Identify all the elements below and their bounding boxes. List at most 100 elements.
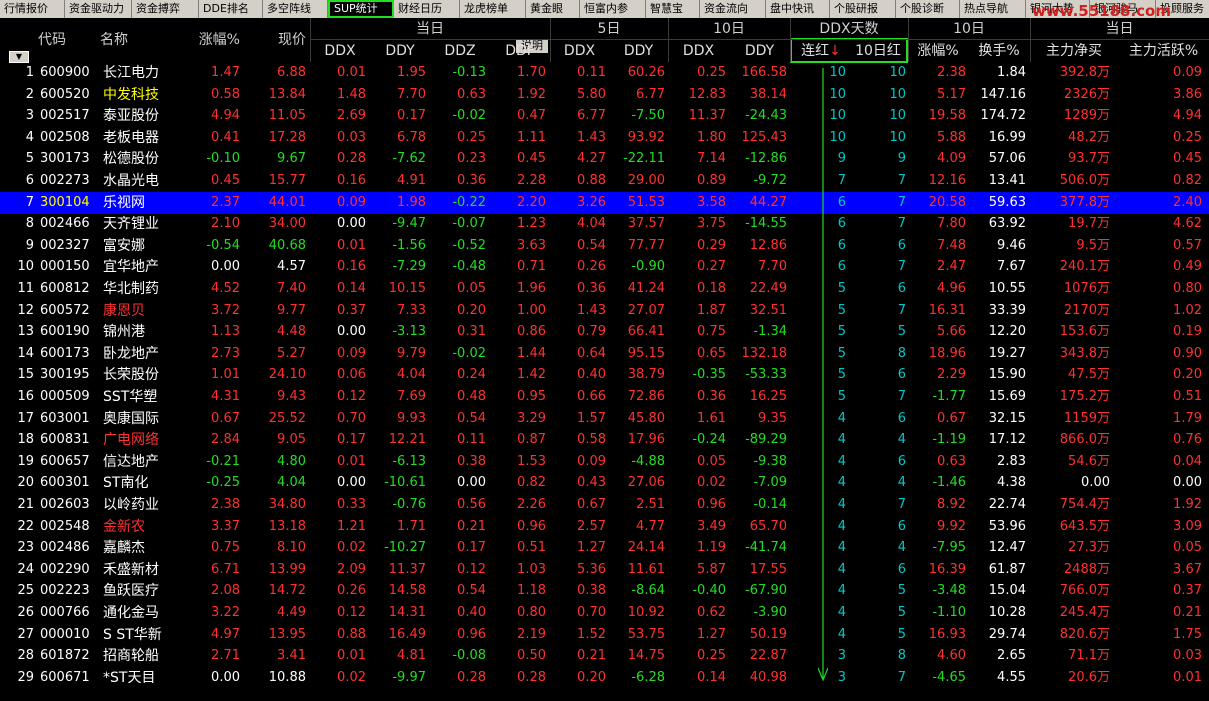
- header-price[interactable]: 现价: [250, 29, 306, 51]
- cell-ddx10: 7.14: [697, 151, 726, 167]
- cell-h10: 10: [889, 86, 906, 102]
- table-row[interactable]: 20 600301 ST南化 -0.25 4.04 0.00 -10.61 0.00 0.82 0…: [0, 472, 1209, 494]
- tab-9[interactable]: 恒富内参: [580, 0, 646, 18]
- table-row[interactable]: 11 600812 华北制药 4.52 7.40 0.14 10.15 0.05 1.96 0.3…: [0, 278, 1209, 300]
- table-row[interactable]: 3 002517 泰亚股份 4.94 11.05 2.69 0.17 -0.02 0.47 6.7…: [0, 105, 1209, 127]
- header-group-today-b: 当日: [1105, 21, 1134, 37]
- table-row[interactable]: 15 300195 长荣股份 1.01 24.10 0.06 4.04 0.24 1.42 0.4…: [0, 364, 1209, 386]
- header-ddy-10d[interactable]: DDY: [729, 40, 790, 62]
- cell-net: 71.1万: [1068, 648, 1110, 664]
- tab-3[interactable]: DDE排名: [199, 0, 263, 18]
- cell-ddf: 2.20: [517, 194, 546, 210]
- header-ddz[interactable]: DDZ: [430, 40, 490, 62]
- table-row[interactable]: 13 600190 锦州港 1.13 4.48 0.00 -3.13 0.31 0.86 0.79…: [0, 321, 1209, 343]
- cell-ddx: 0.09: [337, 194, 366, 210]
- cell-ddy5: 27.07: [627, 302, 665, 318]
- tab-13[interactable]: 个股研报: [830, 0, 896, 18]
- header-change-pct[interactable]: 涨幅%: [180, 29, 240, 51]
- cell-ddx5: 0.40: [577, 367, 606, 383]
- header-ddx-10d[interactable]: DDX: [668, 40, 729, 62]
- cell-turn: 19.27: [988, 345, 1026, 361]
- table-row[interactable]: 28 601872 招商轮船 2.71 3.41 0.01 4.81 -0.08 0.50 0.2…: [0, 645, 1209, 667]
- header-main-net-buy[interactable]: 主力净买: [1030, 40, 1118, 62]
- table-row[interactable]: 24 002290 禾盛新材 6.71 13.99 2.09 11.37 0.12 1.03 5.…: [0, 559, 1209, 581]
- table-row[interactable]: 4 002508 老板电器 0.41 17.28 0.03 6.78 0.25 1.11 1.43…: [0, 127, 1209, 149]
- cell-name: 奥康国际: [103, 410, 159, 427]
- table-row[interactable]: 25 002223 鱼跃医疗 2.08 14.72 0.26 14.58 0.54 1.18 0.…: [0, 580, 1209, 602]
- header-code[interactable]: 代码: [38, 29, 78, 51]
- header-main-active-pct[interactable]: 主力活跃%: [1118, 40, 1209, 62]
- cell-h10: 6: [897, 281, 906, 296]
- table-row[interactable]: 14 600173 卧龙地产 2.73 5.27 0.09 9.79 -0.02 1.44 0.6…: [0, 343, 1209, 365]
- tab-8[interactable]: 黄金眼: [526, 0, 580, 18]
- table-row[interactable]: 16 000509 SST华塑 4.31 9.43 0.12 7.69 0.48 0.95 0.6…: [0, 386, 1209, 408]
- tab-11[interactable]: 资金流向: [700, 0, 766, 18]
- cell-ddy: 7.70: [397, 86, 426, 102]
- tab-12[interactable]: 盘中快讯: [766, 0, 830, 18]
- table-row[interactable]: 7 300104 乐视网 2.37 44.01 0.09 1.98 -0.22 2.20 3.26…: [0, 191, 1209, 214]
- cell-h10: 7: [897, 669, 906, 685]
- cell-net: 19.7万: [1068, 216, 1110, 232]
- tab-15[interactable]: 热点导航: [960, 0, 1026, 18]
- table-row[interactable]: 10 000150 宜华地产 0.00 4.57 0.16 -7.29 -0.48 0.71 0.…: [0, 256, 1209, 278]
- cell-ddy5: 2.51: [636, 497, 665, 512]
- tab-14[interactable]: 个股诊断: [896, 0, 960, 18]
- table-row[interactable]: 22 002548 金新农 3.37 13.18 1.21 1.71 0.21 0.96 2.57…: [0, 516, 1209, 538]
- table-row[interactable]: 6 002273 水晶光电 0.45 15.77 0.16 4.91 0.36 2.28 0.88…: [0, 170, 1209, 192]
- tab-10[interactable]: 智慧宝: [646, 0, 700, 18]
- table-row[interactable]: 1 600900 长江电力 1.47 6.88 0.01 1.95 -0.13 1.70 0.11…: [0, 62, 1209, 84]
- table-row[interactable]: 27 000010 S ST华新 4.97 13.95 0.88 16.49 0.96 2.19…: [0, 624, 1209, 646]
- cell-net: 392.8万: [1059, 65, 1110, 80]
- cell-ddx10: 0.62: [697, 605, 726, 620]
- header-change-pct-10d[interactable]: 涨幅%: [908, 40, 968, 62]
- table-row[interactable]: 17 603001 奥康国际 0.67 25.52 0.70 9.93 0.54 3.29 1.5…: [0, 408, 1209, 430]
- cell-act: 0.21: [1173, 605, 1202, 620]
- cell-no: 19: [17, 453, 34, 469]
- table-row[interactable]: 9 002327 富安娜 -0.54 40.68 0.01 -1.56 -0.52 3.63 0.…: [0, 235, 1209, 257]
- cell-code: 002486: [40, 540, 90, 556]
- table-row[interactable]: 5 300173 松德股份 -0.10 9.67 0.28 -7.62 0.23 0.45 4.2…: [0, 148, 1209, 170]
- header-name[interactable]: 名称: [100, 29, 160, 51]
- tab-0[interactable]: 行情报价: [0, 0, 65, 18]
- table-row[interactable]: 18 600831 广电网络 2.84 9.05 0.17 12.21 0.11 0.87 0.5…: [0, 429, 1209, 451]
- table-row[interactable]: 2 600520 中发科技 0.58 13.84 1.48 7.70 0.63 1.92 5.80…: [0, 84, 1209, 106]
- cell-name: 锦州港: [103, 324, 145, 341]
- cell-ddx: 1.48: [337, 86, 366, 102]
- header-10d-red[interactable]: 10日红: [850, 40, 906, 62]
- cell-h10: 7: [897, 259, 906, 275]
- cell-net: 54.6万: [1068, 453, 1110, 469]
- tab-4[interactable]: 多空阵线: [263, 0, 328, 18]
- table-row[interactable]: 12 600572 康恩贝 3.72 9.77 0.37 7.33 0.20 1.00 1.43 2…: [0, 300, 1209, 322]
- table-row[interactable]: 21 002603 以岭药业 2.38 34.80 0.33 -0.76 0.56 2.26 0.…: [0, 494, 1209, 516]
- cell-ddf: 0.87: [517, 432, 546, 448]
- cell-h10: 9: [897, 151, 906, 167]
- cell-chg: 2.37: [211, 194, 240, 210]
- tab-1[interactable]: 资金驱动力: [65, 0, 132, 18]
- table-row[interactable]: 19 600657 信达地产 -0.21 4.80 0.01 -6.13 0.38 1.53 0.…: [0, 451, 1209, 473]
- cell-h10: 7: [897, 173, 906, 188]
- table-row[interactable]: 23 002486 嘉麟杰 0.75 8.10 0.02 -10.27 0.17 0.51 1.2…: [0, 537, 1209, 559]
- table-row[interactable]: 8 002466 天齐锂业 2.10 34.00 0.00 -9.47 -0.07 1.23 4.…: [0, 213, 1209, 235]
- cell-no: 29: [17, 669, 34, 685]
- header-consec-red[interactable]: 连红↓: [792, 40, 850, 62]
- tab-5[interactable]: SUP统计: [328, 0, 394, 18]
- cell-act: 0.37: [1173, 583, 1202, 599]
- tab-6[interactable]: 财经日历: [394, 0, 460, 18]
- cell-name: *ST天目: [103, 669, 156, 686]
- table-row[interactable]: 26 000766 通化金马 3.22 4.49 0.12 14.31 0.40 0.80 0.7…: [0, 602, 1209, 624]
- cell-ddx10: -0.40: [692, 583, 726, 599]
- cell-act: 4.94: [1173, 108, 1202, 124]
- header-ddx-5d[interactable]: DDX: [550, 40, 609, 62]
- cell-ddy: 11.37: [388, 561, 426, 577]
- cell-act: 0.25: [1173, 129, 1202, 145]
- cell-act: 0.00: [1173, 475, 1202, 491]
- header-ddy[interactable]: DDY: [370, 40, 430, 62]
- cell-ddz: 0.05: [457, 281, 486, 296]
- header-ddy-5d[interactable]: DDY: [609, 40, 668, 62]
- header-ddx[interactable]: DDX: [310, 40, 370, 62]
- header-ddf[interactable]: DDF: [490, 40, 550, 62]
- tab-7[interactable]: 龙虎榜单: [460, 0, 526, 18]
- table-row[interactable]: 29 600671 *ST天目 0.00 10.88 0.02 -9.97 0.28 0.28 0…: [0, 667, 1209, 689]
- header-turnover-pct[interactable]: 换手%: [968, 40, 1030, 62]
- tab-2[interactable]: 资金搏弈: [132, 0, 199, 18]
